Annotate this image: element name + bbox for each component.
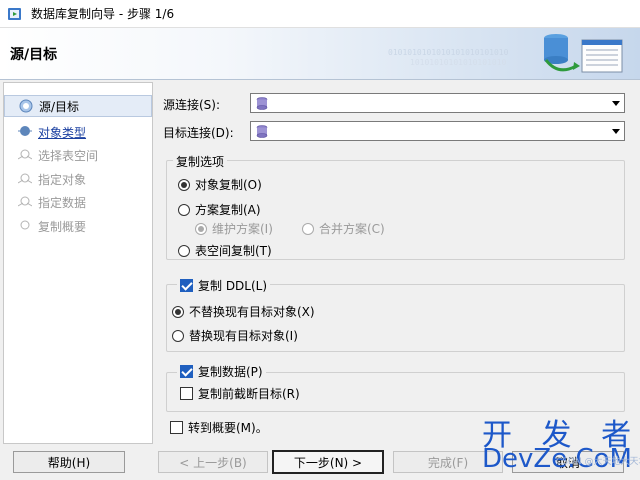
next-button[interactable]: 下一步(N) > (272, 450, 384, 474)
window-title: 数据库复制向导 - 步骤 1/6 (31, 7, 175, 21)
source-connection-label: 源连接(S): (163, 98, 221, 112)
merge-schema-label: 合并方案(C) (319, 222, 385, 236)
step-node-icon (18, 149, 32, 160)
step-label: 选择表空间 (38, 148, 99, 163)
tablespace-copy-option[interactable]: 表空间复制(T) (178, 242, 272, 259)
no-replace-option[interactable]: 不替换现有目标对象(X) (172, 303, 315, 320)
goto-summary-label: 转到概要(M)。 (188, 421, 268, 435)
wizard-header: 源/目标 0101010101010101010101010 101010101… (0, 28, 640, 80)
keep-schema-radio (195, 222, 207, 235)
step-node-icon (20, 220, 30, 230)
steps-sidebar: 源/目标 对象类型 选择表空间 指定对象 指定数据 复制概要 (3, 82, 153, 444)
copy-data-option[interactable]: 复制数据(P) (177, 363, 266, 380)
copy-data-checkbox[interactable] (180, 365, 193, 378)
step-label: 对象类型 (38, 125, 87, 140)
schema-copy-label: 方案复制(A) (195, 203, 261, 217)
step-source-target[interactable]: 源/目标 (4, 95, 152, 117)
step-label: 源/目标 (39, 99, 80, 114)
source-connection-select[interactable] (250, 93, 625, 113)
step-object-type[interactable]: 对象类型 (4, 121, 152, 143)
no-replace-label: 不替换现有目标对象(X) (189, 305, 315, 319)
goto-summary-checkbox[interactable] (170, 421, 183, 434)
keep-schema-label: 维护方案(I) (212, 222, 273, 236)
step-specify-objects: 指定对象 (4, 168, 152, 190)
copy-ddl-option[interactable]: 复制 DDL(L) (177, 277, 271, 294)
wizard-content: 源连接(S): 目标连接(D): 复制选项 对象复制(O) 方案复制(A) 维护… (155, 82, 640, 444)
tablespace-copy-label: 表空间复制(T) (195, 244, 272, 258)
help-button[interactable]: 帮助(H) (13, 451, 125, 473)
step-label: 复制概要 (38, 219, 87, 234)
copy-data-label: 复制数据(P) (198, 365, 263, 379)
object-copy-option[interactable]: 对象复制(O) (178, 176, 262, 193)
replace-label: 替换现有目标对象(I) (189, 329, 298, 343)
title-bar: 数据库复制向导 - 步骤 1/6 (0, 0, 640, 28)
truncate-option[interactable]: 复制前截断目标(R) (180, 385, 300, 402)
database-icon (256, 97, 268, 110)
target-connection-row: 目标连接(D): (163, 124, 234, 141)
copy-ddl-label: 复制 DDL(L) (198, 279, 268, 293)
object-copy-label: 对象复制(O) (195, 178, 262, 192)
goto-summary-option[interactable]: 转到概要(M)。 (170, 419, 268, 436)
target-connection-label: 目标连接(D): (163, 126, 234, 140)
merge-schema-radio (302, 222, 314, 235)
wizard-app-icon (7, 6, 23, 22)
keep-schema-option: 维护方案(I) (195, 220, 273, 237)
step-select-tablespace: 选择表空间 (4, 144, 152, 166)
replace-option[interactable]: 替换现有目标对象(I) (172, 327, 298, 344)
truncate-checkbox[interactable] (180, 387, 193, 400)
object-copy-radio[interactable] (178, 178, 190, 191)
tablespace-copy-radio[interactable] (178, 244, 190, 257)
source-connection-row: 源连接(S): (163, 96, 220, 113)
step-node-icon (18, 126, 32, 136)
step-node-icon (18, 173, 32, 184)
schema-copy-radio[interactable] (178, 203, 190, 216)
database-icon (256, 125, 268, 138)
step-node-icon (18, 196, 32, 207)
header-binary-decoration-2: 10101010101010101010 (410, 58, 507, 67)
copy-ddl-checkbox[interactable] (180, 279, 193, 292)
schema-copy-option[interactable]: 方案复制(A) (178, 201, 261, 218)
merge-schema-option: 合并方案(C) (302, 220, 385, 237)
target-connection-select[interactable] (250, 121, 625, 141)
database-copy-graphic-icon (544, 34, 623, 73)
replace-radio[interactable] (172, 329, 184, 342)
page-title: 源/目标 (10, 47, 58, 63)
chevron-down-icon[interactable] (612, 129, 620, 134)
step-copy-summary: 复制概要 (4, 215, 152, 237)
step-specify-data: 指定数据 (4, 191, 152, 213)
header-binary-decoration: 0101010101010101010101010 (388, 48, 509, 57)
current-step-icon (19, 99, 33, 113)
truncate-label: 复制前截断目标(R) (198, 387, 300, 401)
no-replace-radio[interactable] (172, 305, 184, 318)
step-label: 指定数据 (38, 195, 87, 210)
back-button[interactable]: < 上一步(B) (158, 451, 268, 473)
copy-options-title: 复制选项 (173, 153, 228, 170)
step-label: 指定对象 (38, 172, 87, 187)
chevron-down-icon[interactable] (612, 101, 620, 106)
watermark-small: CSDN @大天地大天地 (556, 457, 640, 467)
